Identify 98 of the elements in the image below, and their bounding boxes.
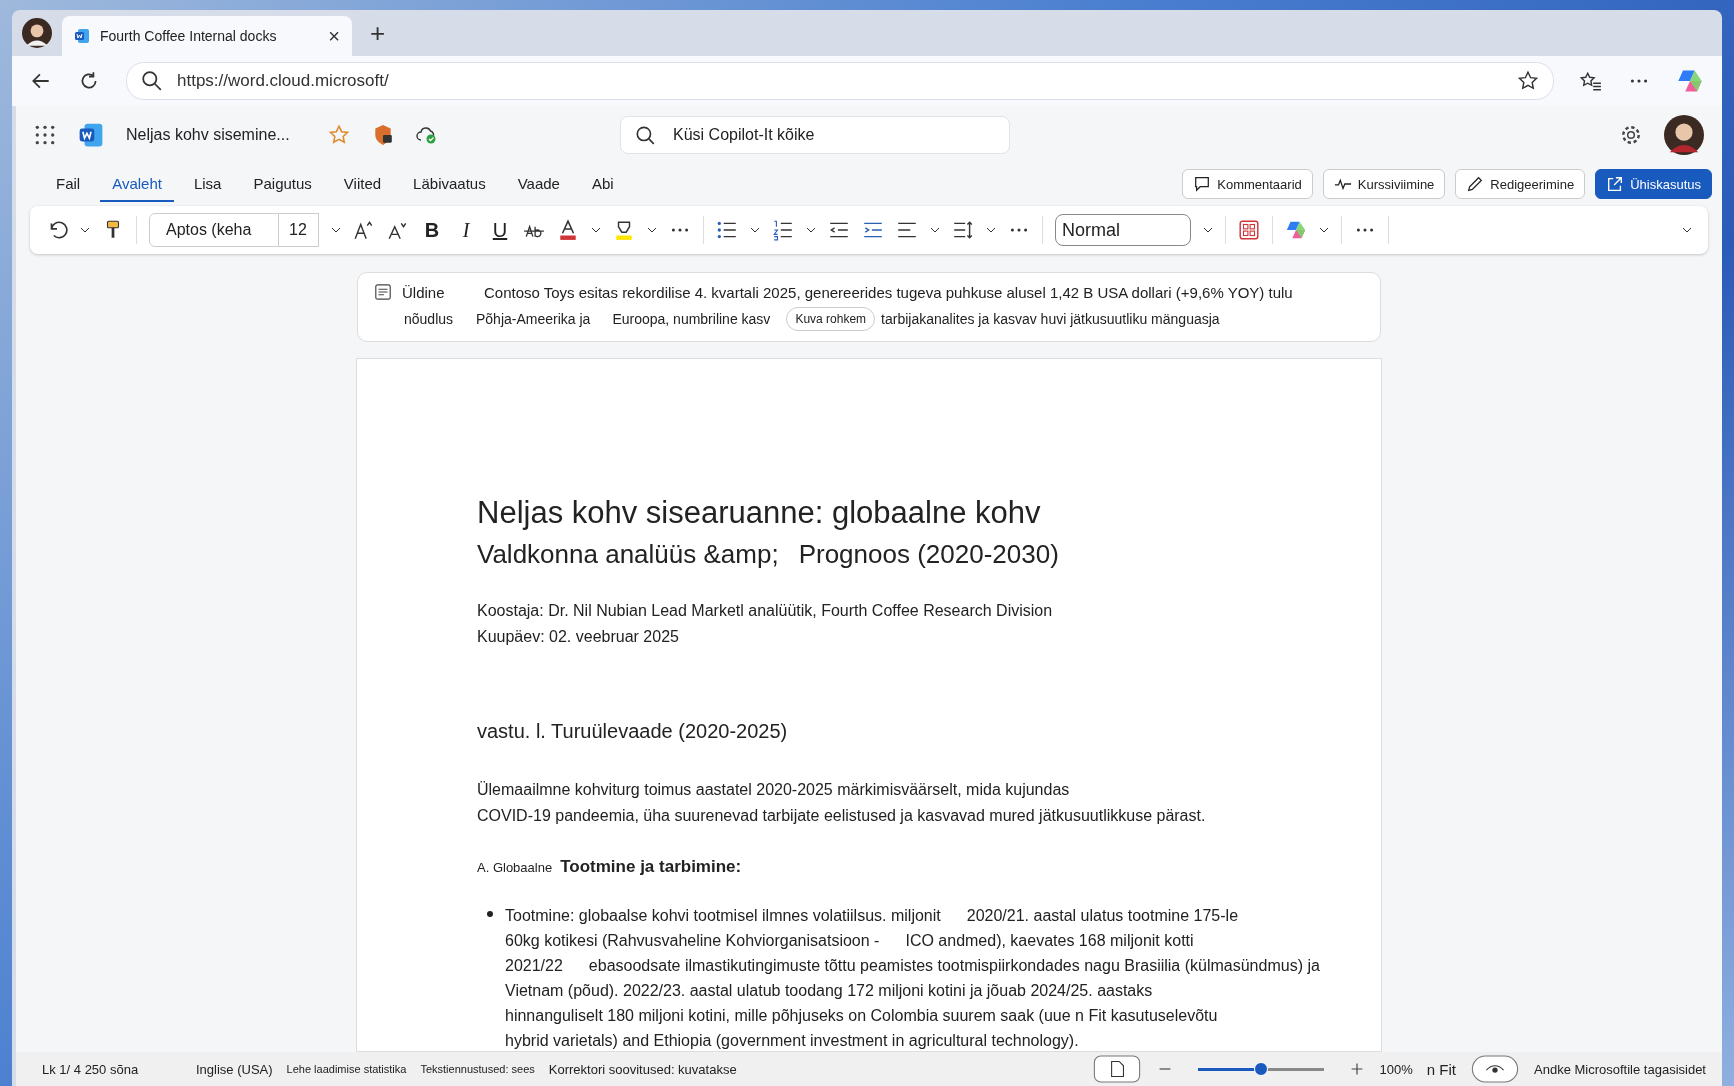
bullets-icon[interactable] [716, 219, 738, 241]
summary-text: nõudlus [404, 311, 454, 327]
comment-icon [1193, 175, 1212, 193]
caret-icon[interactable] [986, 227, 996, 233]
copilot-search-icon [634, 124, 656, 146]
status-item[interactable]: Korrektori soovitused: kuvatakse [548, 1061, 737, 1077]
new-tab-button[interactable]: + [362, 17, 394, 49]
paragraph-line: COVID-19 pandeemia, üha suurenevad tarbijate eelistused ja kasvavad mured jätkusuutlikkuse pärast. [477, 806, 1207, 826]
italic-button[interactable]: I [455, 218, 477, 242]
summary-icon [374, 283, 392, 301]
ribbon-tab[interactable]: Fail [44, 166, 93, 202]
author-line: Koostaja: Dr. Nil Nubian Lead Marketl analüütik, Fourth Coffee Research Division [477, 601, 1054, 621]
bullet-text: Vietnam (põud). 2022/23. aastal ulatub toodang 172 miljoni kotini ja jõuab 2024/25. aastaks [505, 981, 1153, 1001]
font-color-icon[interactable] [557, 219, 579, 241]
subheading-prefix: A. Globaalne [477, 860, 553, 875]
ribbon-tab[interactable]: Avaleht [100, 166, 174, 202]
status-item[interactable]: Tekstiennustused: sees [420, 1063, 535, 1075]
app-launcher-icon[interactable] [34, 124, 56, 146]
document-title[interactable]: Neljas kohv sisemine... [126, 126, 306, 144]
share-icon [1606, 175, 1625, 193]
eye-icon[interactable] [1470, 1055, 1520, 1083]
caret-icon[interactable] [331, 227, 341, 233]
caret-icon[interactable] [591, 227, 601, 233]
expand-ribbon-icon[interactable] [1682, 227, 1692, 233]
document-title: Neljas kohv sisearuanne: globaalne kohv [477, 495, 1042, 531]
action-button[interactable]: Ühiskasutus [1595, 169, 1712, 199]
document-subtitle: Prognoos (2020-2030) [798, 539, 1059, 570]
status-item[interactable]: Lk 1/ 4 250 sõna [42, 1061, 182, 1077]
ribbon-tab[interactable]: Paigutus [241, 166, 324, 202]
address-bar[interactable]: https://word.cloud.microsoft/ [126, 62, 1554, 100]
ribbon-tab[interactable]: Abi [579, 166, 626, 202]
favorites-icon[interactable] [1580, 70, 1602, 92]
summary-text: Contoso Toys esitas rekordilise 4. kvartali 2025, genereerides tugeva puhkuse alusel 1,42 B USA dollari (+9,6% YOY) tulu [484, 283, 1293, 301]
fit-button[interactable]: n Fit [1426, 1060, 1456, 1078]
caret-icon[interactable] [1203, 227, 1213, 233]
ribbon-tab[interactable]: Lisa [181, 166, 234, 202]
bullet-icon [487, 911, 493, 917]
action-button[interactable]: Redigeerimine [1455, 169, 1586, 199]
add-favorite-icon[interactable] [1517, 70, 1539, 92]
search-icon [141, 70, 163, 92]
copilot-icon[interactable] [1285, 219, 1307, 241]
caret-icon[interactable] [1319, 227, 1329, 233]
paragraph-line: Ülemaailmne kohviturg toimus aastatel 2020-2025 märkimisväärselt, mida kujundas [477, 780, 1071, 800]
feedback-link[interactable]: Andke Microsoftile tagasisidet [1534, 1061, 1706, 1077]
bullet-text: hybrid varietals) and Ethiopia (government investment in agricultural technology). [505, 1031, 1079, 1051]
user-avatar[interactable] [1664, 115, 1704, 155]
font-name-field[interactable]: Aptos (keha [149, 213, 279, 247]
caret-icon[interactable] [806, 227, 816, 233]
caret-icon[interactable] [930, 227, 940, 233]
star-icon[interactable] [328, 124, 350, 146]
line-spacing-icon[interactable] [952, 219, 974, 241]
action-button[interactable]: Kurssiviimine [1322, 169, 1446, 199]
profile-avatar[interactable] [22, 18, 52, 48]
cloud-saved-icon[interactable] [416, 124, 438, 146]
bullet-text: Tootmine: globaalse kohvi tootmisel ilmnes volatiilsus. miljonit [505, 906, 941, 926]
word-icon [74, 28, 90, 44]
summary-text: Põhja-Ameerika ja [476, 311, 591, 327]
caret-icon[interactable] [80, 227, 90, 233]
shield-icon[interactable] [372, 124, 394, 146]
underline-button[interactable]: U [489, 218, 511, 242]
document-subtitle: Valdkonna analüüs &amp; [477, 539, 779, 570]
close-tab-button[interactable]: × [328, 24, 340, 48]
summary-text: Euroopa, numbriline kasv [612, 311, 771, 327]
summary-label: Üldine [402, 283, 446, 301]
bullet-text: ebasoodsate ilmastikutingimuste tõttu peamistes tootmispiirkondades nagu Brasiilia (külmasündmus) ja [588, 956, 1320, 976]
word-icon [78, 122, 104, 148]
browser-tab[interactable]: Fourth Coffee Internal docks × [62, 16, 352, 56]
grow-font-icon[interactable] [353, 219, 375, 241]
bullet-text: 2020/21. aastal ulatus tootmine 175-le [966, 906, 1239, 926]
status-item[interactable]: Lehe laadimise statistika [286, 1063, 407, 1075]
caret-icon[interactable] [750, 227, 760, 233]
settings-icon[interactable] [1620, 124, 1642, 146]
zoom-level[interactable]: 100% [1379, 1061, 1413, 1077]
caret-icon[interactable] [647, 227, 657, 233]
bullet-text: 2021/22 [505, 956, 563, 976]
ribbon-tab[interactable]: Vaade [505, 166, 572, 202]
section-heading: vastu. l. Turuülevaade (2020-2025) [477, 720, 789, 743]
author-line: Kuupäev: 02. veebruar 2025 [477, 627, 680, 647]
bullet-text: hinnanguliselt 180 miljoni kotini, mille põhjuseks on Colombia suurem saak (uue n Fit kasutuselevõtu [505, 1006, 1218, 1026]
summary-text: tarbijakanalites ja kasvav huvi jätkusuutliku mänguasja [881, 311, 1220, 327]
show-more-button[interactable]: Kuva rohkem [786, 307, 876, 331]
ribbon-tab[interactable]: Viited [331, 166, 394, 202]
style-field[interactable]: Normal [1055, 214, 1191, 246]
copilot-search-field[interactable]: Küsi Copilot-It kõike [620, 116, 1010, 154]
action-button[interactable]: Kommentaarid [1182, 169, 1313, 199]
tab-title: Fourth Coffee Internal docks [100, 28, 278, 44]
bullet-text: ICO andmed), kaevates 168 miljonit kotti [905, 931, 1194, 951]
pencil-icon [1466, 175, 1485, 193]
font-size-field[interactable]: 12 [279, 213, 319, 247]
bold-button[interactable]: B [421, 218, 443, 242]
page-view-icon[interactable] [1091, 1055, 1142, 1083]
ribbon-tab[interactable]: Läbivaatus [401, 166, 498, 202]
status-item[interactable]: Inglise (USA) [196, 1061, 273, 1077]
numbering-icon[interactable] [772, 219, 794, 241]
bullet-text: 60kg kotikesi (Rahvusvaheline Kohviorganisatsioon - [505, 931, 880, 951]
subheading: Tootmine ja tarbimine: [560, 857, 742, 877]
styles-gallery-icon[interactable] [1238, 219, 1260, 241]
highlighter-icon[interactable] [613, 219, 635, 241]
